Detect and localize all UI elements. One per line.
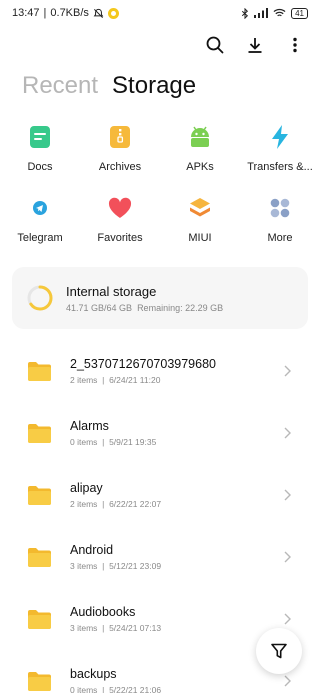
- status-speed: 0.7KB/s: [50, 7, 89, 19]
- folder-icon: [28, 362, 51, 381]
- battery-icon: 41: [291, 7, 308, 19]
- bluetooth-icon: [242, 7, 249, 19]
- internal-storage-card[interactable]: Internal storage 41.71 GB/64 GB Remainin…: [12, 267, 308, 329]
- folder-icon: [28, 610, 51, 629]
- folder-icon: [28, 672, 51, 691]
- docs-icon: [25, 122, 55, 152]
- folder-row[interactable]: alipay 2 items | 6/22/21 22:07: [0, 464, 320, 526]
- folder-item-count: 3 items: [70, 623, 98, 633]
- chevron-right-icon: [284, 675, 291, 687]
- status-bar: 13:47 | 0.7KB/s 41: [0, 0, 320, 26]
- folder-name: 2_5370712670703979680: [70, 357, 216, 371]
- app-notification-icon: [107, 7, 119, 19]
- status-time: 13:47: [12, 7, 40, 19]
- heart-icon: [105, 193, 135, 223]
- category-label: MIUI: [188, 232, 212, 244]
- folder-item-count: 3 items: [70, 561, 98, 571]
- folder-name: alipay: [70, 481, 103, 495]
- folder-name: Alarms: [70, 419, 109, 433]
- search-icon[interactable]: [204, 34, 226, 56]
- folder-date: 5/12/21 23:09: [109, 561, 162, 571]
- storage-used: 41.71 GB/64 GB: [66, 302, 133, 313]
- tab-storage[interactable]: Storage: [112, 72, 196, 100]
- folder-meta: 0 items | 5/22/21 21:06: [70, 685, 162, 693]
- folder-icon: [28, 486, 51, 505]
- folder-meta: 0 items | 5/9/21 19:35: [70, 437, 157, 447]
- folder-meta: 2 items | 6/22/21 22:07: [70, 499, 162, 509]
- chevron-right-icon: [284, 489, 291, 501]
- folder-name: Android: [70, 543, 114, 557]
- folder-meta: 3 items | 5/12/21 23:09: [70, 561, 162, 571]
- miui-icon: [185, 193, 215, 223]
- telegram-icon: [25, 193, 55, 223]
- folder-icon: [28, 548, 51, 567]
- category-favorites[interactable]: Favorites: [80, 193, 160, 244]
- mute-icon: [93, 8, 104, 18]
- folder-date: 6/22/21 22:07: [109, 499, 162, 509]
- folder-item-count: 2 items: [70, 499, 98, 509]
- category-grid: Docs Archives APKs Transfers &... Telegr…: [0, 122, 320, 244]
- folder-date: 5/24/21 07:13: [109, 623, 162, 633]
- filter-button[interactable]: [256, 628, 302, 674]
- filter-icon: [271, 643, 287, 659]
- android-icon: [185, 122, 215, 152]
- chevron-right-icon: [284, 613, 291, 625]
- category-telegram[interactable]: Telegram: [0, 193, 80, 244]
- download-icon[interactable]: [244, 34, 266, 56]
- folder-date: 5/9/21 19:35: [109, 437, 157, 447]
- storage-usage-ring: [27, 285, 53, 311]
- folder-name: Audiobooks: [70, 605, 136, 619]
- storage-title: Internal storage: [66, 283, 157, 299]
- category-archives[interactable]: Archives: [80, 122, 160, 173]
- view-tabs: Recent Storage: [22, 72, 196, 100]
- category-label: Archives: [98, 161, 142, 173]
- chevron-right-icon: [284, 551, 291, 563]
- folder-row[interactable]: Android 3 items | 5/12/21 23:09: [0, 526, 320, 588]
- folder-item-count: 2 items: [70, 375, 98, 385]
- category-docs[interactable]: Docs: [0, 122, 80, 173]
- category-miui[interactable]: MIUI: [160, 193, 240, 244]
- transfer-icon: [265, 122, 295, 152]
- archive-icon: [105, 122, 135, 152]
- signal-icon: [254, 8, 269, 18]
- folder-icon: [28, 424, 51, 443]
- chevron-right-icon: [284, 365, 291, 377]
- folder-item-count: 0 items: [70, 685, 98, 693]
- folder-meta: 3 items | 5/24/21 07:13: [70, 623, 162, 633]
- category-label: Transfers &...: [247, 161, 313, 173]
- folder-date: 5/22/21 21:06: [109, 685, 162, 693]
- toolbar: [204, 34, 306, 56]
- category-transfers[interactable]: Transfers &...: [240, 122, 320, 173]
- wifi-icon: [273, 8, 286, 17]
- tab-recent[interactable]: Recent: [22, 72, 98, 100]
- storage-remaining: Remaining: 22.29 GB: [137, 302, 224, 313]
- category-label: Docs: [27, 161, 53, 173]
- category-label: Telegram: [17, 232, 63, 244]
- folder-meta: 2 items | 6/24/21 11:20: [70, 375, 161, 385]
- category-apks[interactable]: APKs: [160, 122, 240, 173]
- category-more[interactable]: More: [240, 193, 320, 244]
- folder-row[interactable]: Alarms 0 items | 5/9/21 19:35: [0, 402, 320, 464]
- folder-name: backups: [70, 667, 117, 681]
- category-label: More: [267, 232, 293, 244]
- category-label: APKs: [186, 161, 214, 173]
- chevron-right-icon: [284, 427, 291, 439]
- storage-details: 41.71 GB/64 GB Remaining: 22.29 GB: [66, 303, 223, 313]
- more-grid-icon: [265, 193, 295, 223]
- category-label: Favorites: [97, 232, 143, 244]
- more-vertical-icon[interactable]: [284, 34, 306, 56]
- folder-date: 6/24/21 11:20: [109, 375, 161, 385]
- folder-item-count: 0 items: [70, 437, 98, 447]
- folder-row[interactable]: 2_5370712670703979680 2 items | 6/24/21 1…: [0, 340, 320, 402]
